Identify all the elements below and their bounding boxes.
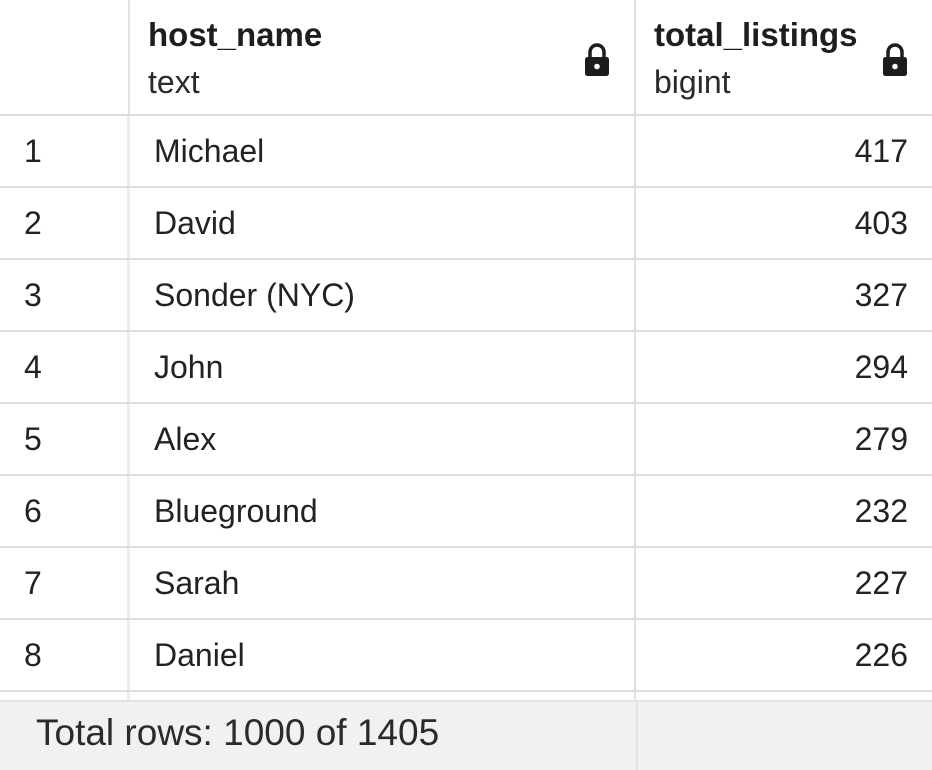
host-name-cell[interactable]: Daniel xyxy=(130,620,636,690)
total-listings-cell[interactable]: 294 xyxy=(636,332,932,402)
table-row[interactable]: 5 Alex 279 xyxy=(0,404,932,476)
total-listings-cell[interactable] xyxy=(636,692,932,700)
host-name-cell[interactable]: Sarah xyxy=(130,548,636,618)
total-listings-cell[interactable]: 226 xyxy=(636,620,932,690)
column-type: text xyxy=(148,64,200,100)
row-number-header[interactable] xyxy=(0,0,130,114)
host-name-cell[interactable]: Michael xyxy=(130,116,636,186)
column-header-host-name[interactable]: host_name text xyxy=(130,0,636,114)
row-number[interactable]: 6 xyxy=(0,476,130,546)
row-number[interactable]: 5 xyxy=(0,404,130,474)
row-number[interactable]: 1 xyxy=(0,116,130,186)
host-name-cell[interactable]: Alex xyxy=(130,404,636,474)
row-number[interactable]: 4 xyxy=(0,332,130,402)
row-number[interactable]: 8 xyxy=(0,620,130,690)
table-row[interactable]: 6 Blueground 232 xyxy=(0,476,932,548)
total-rows-text: Total rows: 1000 of 1405 xyxy=(36,712,440,753)
lock-icon xyxy=(585,43,609,76)
lock-icon xyxy=(883,43,907,76)
host-name-cell[interactable]: Sonder (NYC) xyxy=(130,260,636,330)
total-listings-cell[interactable]: 232 xyxy=(636,476,932,546)
host-name-cell[interactable]: John xyxy=(130,332,636,402)
table-row[interactable]: 3 Sonder (NYC) 327 xyxy=(0,260,932,332)
row-number[interactable] xyxy=(0,692,130,700)
row-number[interactable]: 3 xyxy=(0,260,130,330)
column-name: host_name xyxy=(148,16,323,53)
footer-divider xyxy=(636,702,638,770)
row-number[interactable]: 2 xyxy=(0,188,130,258)
result-grid: host_name text total_listings bigint 1 M… xyxy=(0,0,932,700)
table-row[interactable]: 8 Daniel 226 xyxy=(0,620,932,692)
table-row[interactable]: 1 Michael 417 xyxy=(0,116,932,188)
column-header-total-listings[interactable]: total_listings bigint xyxy=(636,0,932,114)
host-name-cell[interactable] xyxy=(130,692,636,700)
total-listings-cell[interactable]: 403 xyxy=(636,188,932,258)
host-name-cell[interactable]: David xyxy=(130,188,636,258)
column-type: bigint xyxy=(654,64,731,100)
column-name: total_listings xyxy=(654,16,858,53)
table-row[interactable]: 4 John 294 xyxy=(0,332,932,404)
table-row[interactable]: 2 David 403 xyxy=(0,188,932,260)
total-listings-cell[interactable]: 279 xyxy=(636,404,932,474)
total-listings-cell[interactable]: 327 xyxy=(636,260,932,330)
table-row[interactable] xyxy=(0,692,932,700)
status-bar: Total rows: 1000 of 1405 xyxy=(0,700,932,770)
table-row[interactable]: 7 Sarah 227 xyxy=(0,548,932,620)
total-listings-cell[interactable]: 227 xyxy=(636,548,932,618)
grid-header: host_name text total_listings bigint xyxy=(0,0,932,116)
row-number[interactable]: 7 xyxy=(0,548,130,618)
total-listings-cell[interactable]: 417 xyxy=(636,116,932,186)
host-name-cell[interactable]: Blueground xyxy=(130,476,636,546)
